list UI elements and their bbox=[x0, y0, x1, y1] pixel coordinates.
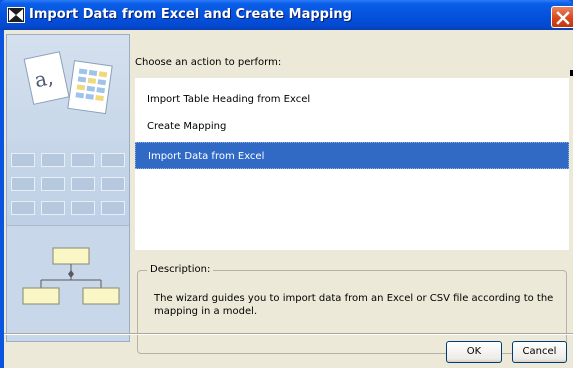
grid-block bbox=[101, 201, 125, 215]
grid-block bbox=[101, 177, 125, 191]
action-prompt: Choose an action to perform: bbox=[135, 57, 282, 68]
grid-block bbox=[101, 153, 125, 167]
grid-block bbox=[71, 153, 95, 167]
document-spreadsheet-icon: a, bbox=[23, 51, 113, 115]
close-button[interactable] bbox=[551, 6, 573, 28]
grid-block bbox=[71, 177, 95, 191]
grid-block bbox=[41, 177, 65, 191]
dialog-body: a, Choose an action to perform: Import T… bbox=[4, 30, 573, 368]
action-item-import-data[interactable]: Import Data from Excel bbox=[135, 142, 569, 169]
footer-separator bbox=[4, 333, 573, 335]
description-label: Description: bbox=[147, 264, 214, 275]
illustration-lower bbox=[7, 225, 129, 341]
grid-block bbox=[11, 153, 35, 167]
action-item-import-table-heading[interactable]: Import Table Heading from Excel bbox=[135, 86, 569, 113]
dialog-window: Import Data from Excel and Create Mappin… bbox=[0, 0, 573, 368]
action-item-create-mapping[interactable]: Create Mapping bbox=[135, 113, 569, 140]
description-text: The wizard guides you to import data fro… bbox=[154, 293, 554, 317]
grid-block bbox=[41, 201, 65, 215]
grid-block bbox=[11, 177, 35, 191]
grid-block bbox=[11, 201, 35, 215]
hierarchy-diagram-icon bbox=[22, 247, 120, 305]
ok-button[interactable]: OK bbox=[446, 341, 502, 363]
window-title: Import Data from Excel and Create Mappin… bbox=[29, 7, 352, 22]
grid-block bbox=[41, 153, 65, 167]
close-icon bbox=[556, 11, 570, 25]
action-list[interactable]: Import Table Heading from Excel Create M… bbox=[135, 78, 569, 250]
title-bar[interactable]: Import Data from Excel and Create Mappin… bbox=[0, 0, 573, 30]
grid-block bbox=[71, 201, 95, 215]
cancel-button[interactable]: Cancel bbox=[512, 341, 567, 363]
app-window-icon bbox=[7, 7, 25, 23]
wizard-illustration: a, bbox=[6, 34, 130, 342]
illustration-upper: a, bbox=[7, 35, 129, 225]
